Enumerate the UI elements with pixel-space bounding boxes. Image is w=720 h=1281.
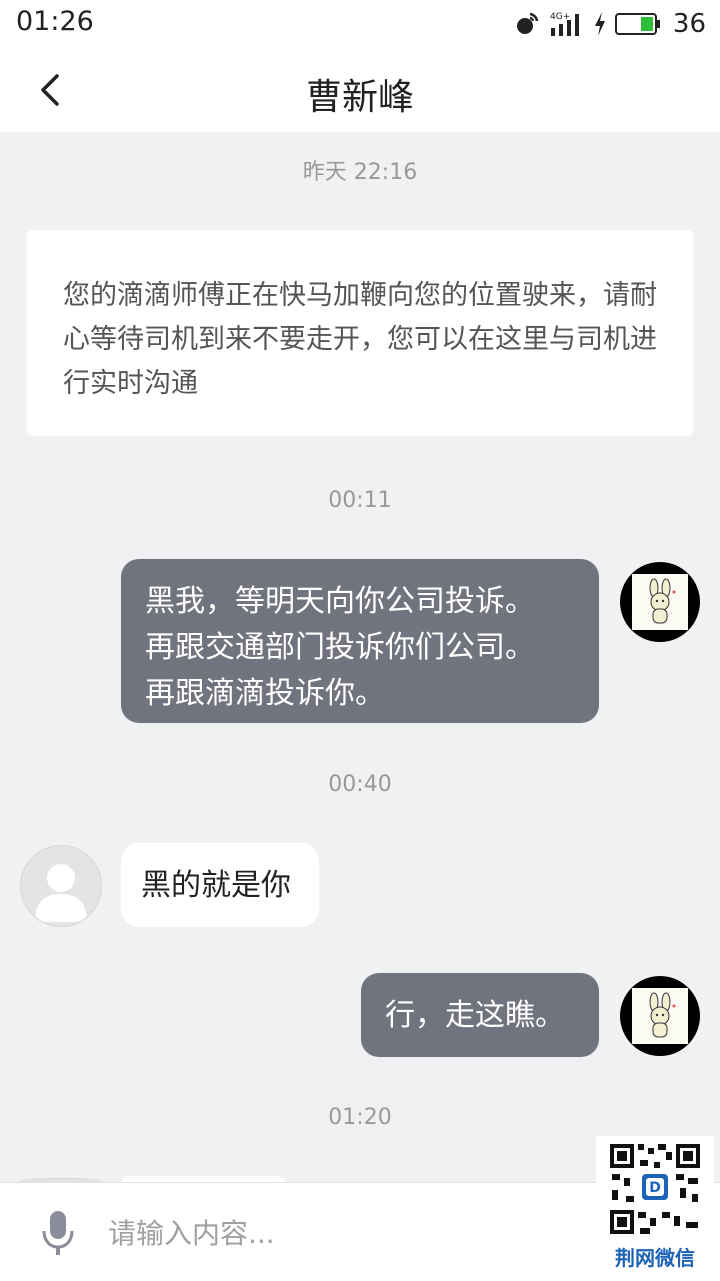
outgoing-message-bubble[interactable]: 黑我，等明天向你公司投诉。 再跟交通部门投诉你们公司。 再跟滴滴投诉你。 (121, 559, 599, 723)
cellular-signal-icon: 4G+ (550, 12, 579, 36)
self-avatar[interactable] (620, 976, 700, 1056)
message-input[interactable] (106, 1209, 530, 1257)
microphone-icon (42, 1211, 74, 1255)
default-user-icon (35, 864, 87, 922)
message-text: 黑的就是你 (141, 868, 291, 903)
battery-percent: 36 (672, 9, 706, 39)
message-line: 再跟交通部门投诉你们公司。 (145, 630, 535, 665)
qr-watermark: D 荆网微信 (596, 1136, 714, 1276)
avatar-image (632, 574, 688, 630)
cartoon-bunny-icon (649, 992, 676, 1038)
message-timestamp: 01:20 (328, 1105, 392, 1130)
system-notice-card: 您的滴滴师傅正在快马加鞭向您的位置驶来，请耐心等待司机到来不要走开，您可以在这里… (27, 230, 693, 436)
status-time: 01:26 (16, 6, 94, 37)
svg-text:D: D (649, 1180, 661, 1196)
voice-input-button[interactable] (36, 1209, 80, 1257)
system-notice-text: 您的滴滴师傅正在快马加鞭向您的位置驶来，请耐心等待司机到来不要走开，您可以在这里… (63, 280, 657, 399)
chat-header: 曹新峰 (0, 48, 720, 132)
message-line: 黑我，等明天向你公司投诉。 (145, 584, 535, 619)
message-timestamp: 00:40 (328, 772, 392, 797)
contact-avatar[interactable] (20, 845, 102, 927)
qr-code-icon: D (608, 1142, 702, 1236)
charging-bolt-icon (594, 12, 605, 36)
cartoon-bunny-icon (649, 578, 676, 624)
incoming-message-bubble[interactable]: 黑的就是你 (121, 843, 319, 927)
message-timestamp: 00:11 (328, 488, 392, 513)
status-icons: 4G+ 36 (513, 8, 706, 40)
message-text: 行，走这瞧。 (385, 998, 565, 1033)
watermark-label: 荆网微信 (615, 1246, 695, 1270)
signal-broadcast-icon (516, 12, 539, 34)
contact-name-title: 曹新峰 (305, 77, 414, 118)
avatar-image (632, 988, 688, 1044)
message-timestamp: 昨天 22:16 (302, 160, 418, 185)
message-line: 再跟滴滴投诉你。 (145, 676, 385, 711)
outgoing-message-bubble[interactable]: 行，走这瞧。 (361, 973, 599, 1057)
battery-icon (614, 13, 660, 35)
self-avatar[interactable] (620, 562, 700, 642)
status-bar: 01:26 4G+ 36 (0, 0, 720, 48)
